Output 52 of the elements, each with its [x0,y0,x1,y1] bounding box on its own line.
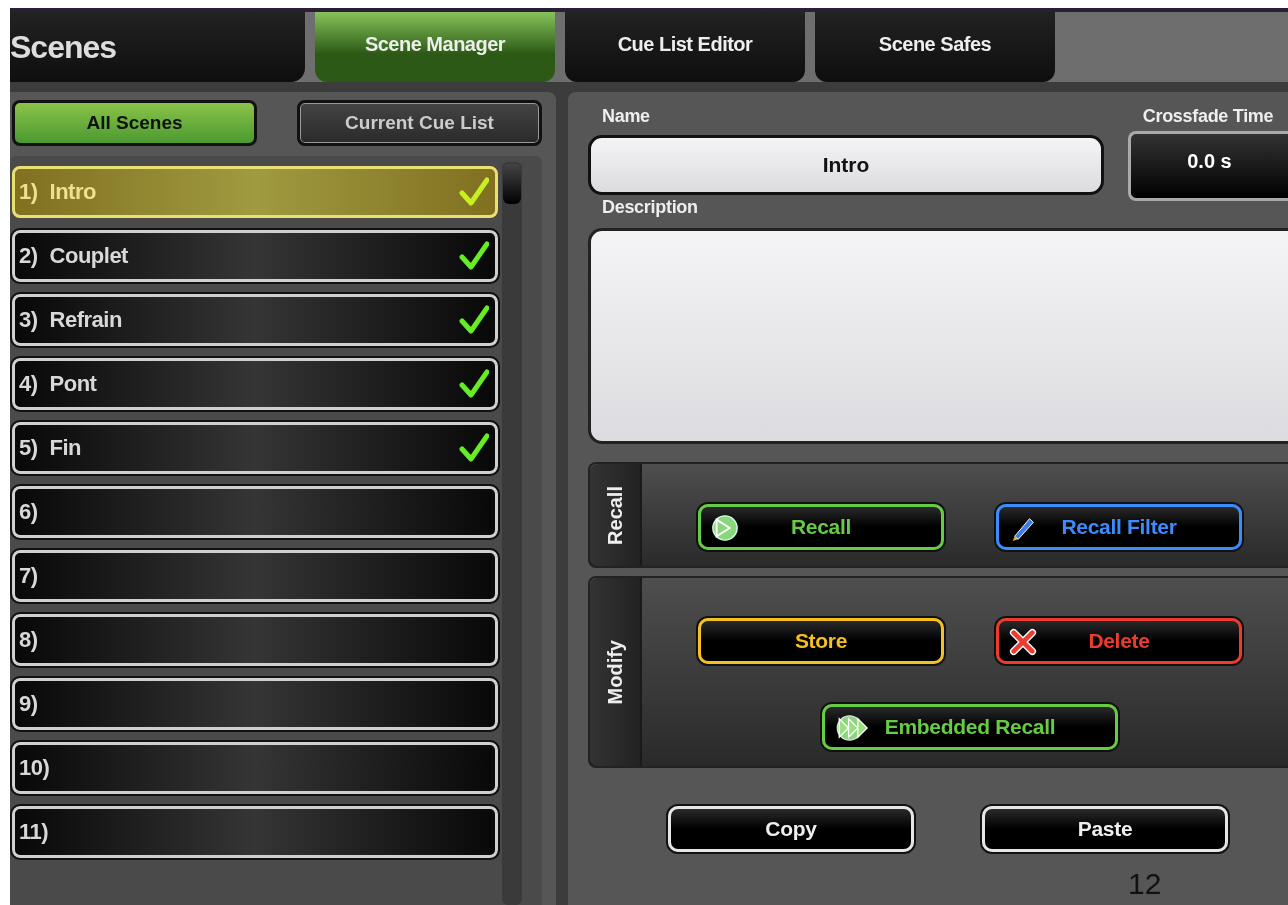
action-button[interactable]: Copy [668,806,914,852]
scene-item[interactable]: 4) Pont [12,358,498,410]
scene-number: 8) [19,627,38,653]
scene-name: Refrain [49,307,123,333]
action-button[interactable]: Recall Filter [996,504,1242,550]
action-button[interactable]: Embedded Recall [822,704,1118,750]
scene-number: 7) [19,563,38,589]
field-label: Description [602,197,699,218]
field-label: Name [602,106,651,127]
filter-button[interactable]: Current Cue List [297,100,542,146]
section-title: Modify [603,639,627,705]
scene-number: 3) [19,307,38,333]
scene-item[interactable]: 10) [12,742,498,794]
scene-item[interactable]: 6) [12,486,498,538]
action-button[interactable]: Recall [698,504,944,550]
scene-item[interactable]: 9) [12,678,498,730]
section-title: Recall [603,485,627,545]
scene-number: 5) [19,435,38,461]
scene-number: 9) [19,691,38,717]
scene-item[interactable]: 2) Couplet [12,230,498,282]
tab[interactable]: Scene Safes [815,12,1055,82]
name-field[interactable]: Intro [588,135,1104,195]
scene-name: Couplet [49,243,129,269]
scene-number: 4) [19,371,38,397]
action-button[interactable]: Paste [982,806,1228,852]
cross-icon [1009,628,1037,656]
scene-number: 11) [19,819,49,845]
filter-button[interactable]: All Scenes [12,100,257,146]
scene-number: 6) [19,499,38,525]
scrollbar[interactable] [502,162,522,905]
description-field[interactable] [588,228,1288,444]
scene-number: 1) [19,179,38,205]
scene-name: Intro [49,179,97,205]
action-button[interactable]: Delete [996,618,1242,664]
scene-item[interactable]: 7) [12,550,498,602]
scene-item[interactable]: 11) [12,806,498,858]
tab[interactable]: Scene Manager [315,12,555,82]
scene-name: Fin [49,435,83,461]
field-label: Crossfade Time [1142,106,1274,127]
scene-item[interactable]: 1) Intro [12,166,498,218]
action-button[interactable]: Store [698,618,944,664]
crossfade-field[interactable]: 0.0 s [1128,131,1288,201]
scene-item[interactable]: 5) Fin [12,422,498,474]
play-icon [711,514,739,542]
scene-number: 10) [19,755,50,781]
screen-title: Scenes [10,28,117,66]
scene-number: 2) [19,243,38,269]
page-number: 12 [1128,867,1162,901]
scene-item[interactable]: 3) Refrain [12,294,498,346]
scene-name: Pont [49,371,98,397]
tab[interactable]: Cue List Editor [565,12,805,82]
scene-item[interactable]: 8) [12,614,498,666]
